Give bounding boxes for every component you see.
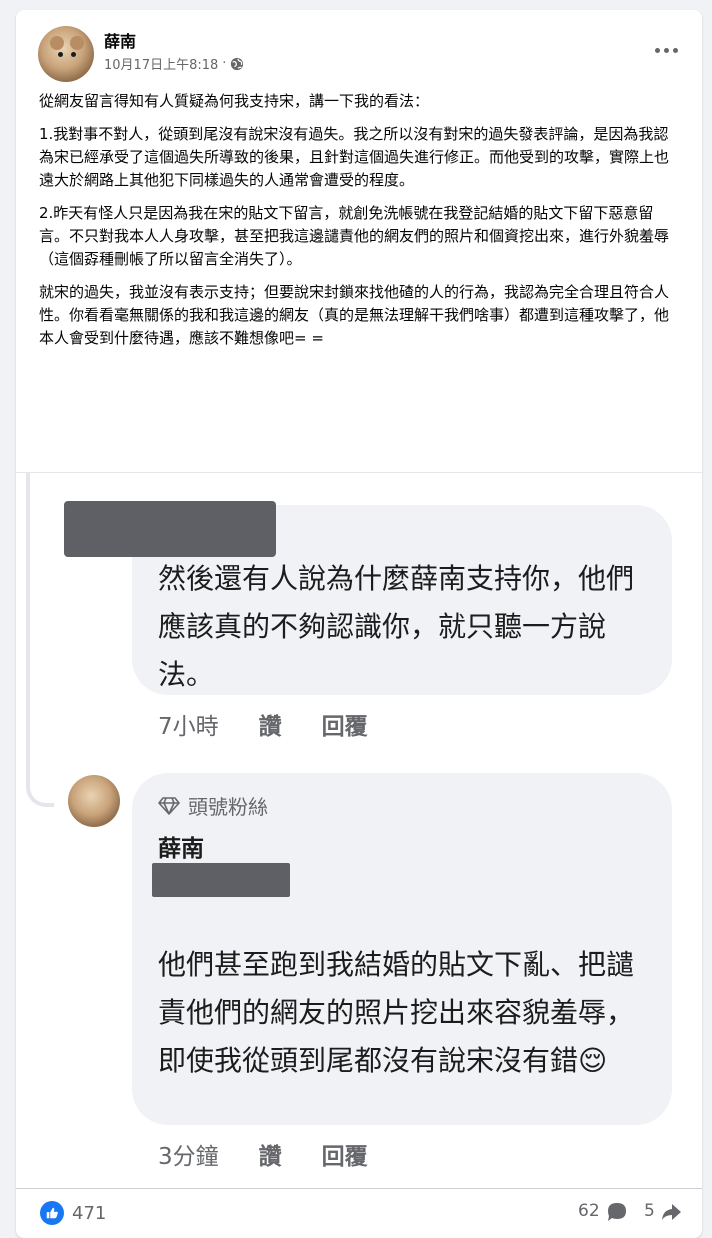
diamond-icon — [158, 796, 180, 815]
comment-time: 7小時 — [158, 714, 219, 740]
globe-icon — [231, 57, 244, 70]
redacted-text — [152, 863, 290, 897]
like-reaction-icon[interactable] — [40, 1201, 64, 1225]
like-button: 讚 — [258, 1144, 282, 1170]
comment-actions: 3分鐘 讚 回覆 — [158, 1137, 368, 1171]
comment-count[interactable]: 62 — [578, 1201, 600, 1221]
author-name[interactable]: 薛南 — [104, 28, 136, 52]
post-header: 薛南 10月17日上午8:18 · — [16, 10, 702, 82]
share-icon[interactable] — [660, 1201, 682, 1223]
thread-line — [26, 473, 54, 807]
comment-actions: 7小時 讚 回覆 — [158, 707, 368, 741]
redacted-name — [64, 501, 276, 557]
comment-time: 3分鐘 — [158, 1144, 219, 1170]
share-count[interactable]: 5 — [644, 1201, 655, 1221]
post-timestamp[interactable]: 10月17日上午8:18 — [104, 54, 218, 73]
post-paragraph: 從網友留言得知有人質疑為何我支持宋，講一下我的看法： — [39, 92, 430, 110]
author-avatar[interactable] — [38, 26, 94, 82]
post-paragraph: 1.我對事不對人，從頭到尾沒有說宋沒有過失。我之所以沒有對宋的過失發表評論，是因… — [39, 125, 670, 189]
reaction-bar: 471 62 5 — [16, 1188, 702, 1237]
more-options-icon[interactable] — [648, 36, 684, 64]
attached-comment-screenshot[interactable]: 然後還有人說為什麼薛南支持你，他們應該真的不夠認識你，就只聽一方說法。 7小時 … — [16, 472, 702, 1189]
post-meta: 10月17日上午8:18 · — [104, 54, 244, 73]
post-body: 從網友留言得知有人質疑為何我支持宋，講一下我的看法： 1.我對事不對人，從頭到尾… — [39, 90, 679, 360]
comment-icon[interactable] — [606, 1201, 628, 1223]
reply-button: 回覆 — [321, 1144, 368, 1170]
comment-text: 他們甚至跑到我結婚的貼文下亂、把譴責他們的網友的照片挖出來容貌羞辱，即使我從頭到… — [158, 948, 635, 1077]
top-fan-badge: 頭號粉絲 — [158, 791, 268, 820]
comment-text: 然後還有人說為什麼薛南支持你，他們應該真的不夠認識你，就只聽一方說法。 — [158, 562, 635, 691]
badge-label: 頭號粉絲 — [188, 795, 268, 819]
post-card: 薛南 10月17日上午8:18 · 從網友留言得知有人質疑為何我支持宋，講一下我… — [16, 10, 702, 1238]
like-count[interactable]: 471 — [72, 1203, 106, 1224]
post-paragraph: 2.昨天有怪人只是因為我在宋的貼文下留言，就創免洗帳號在我登記結婚的貼文下留下惡… — [39, 204, 670, 268]
commenter-name: 薛南 — [158, 836, 204, 862]
meta-separator: · — [222, 56, 227, 71]
commenter-avatar — [68, 775, 120, 827]
post-paragraph: 就宋的過失，我並沒有表示支持；但要說宋封鎖來找他碴的人的行為，我認為完全合理且符… — [39, 283, 670, 347]
like-button: 讚 — [258, 714, 282, 740]
reply-button: 回覆 — [321, 714, 368, 740]
